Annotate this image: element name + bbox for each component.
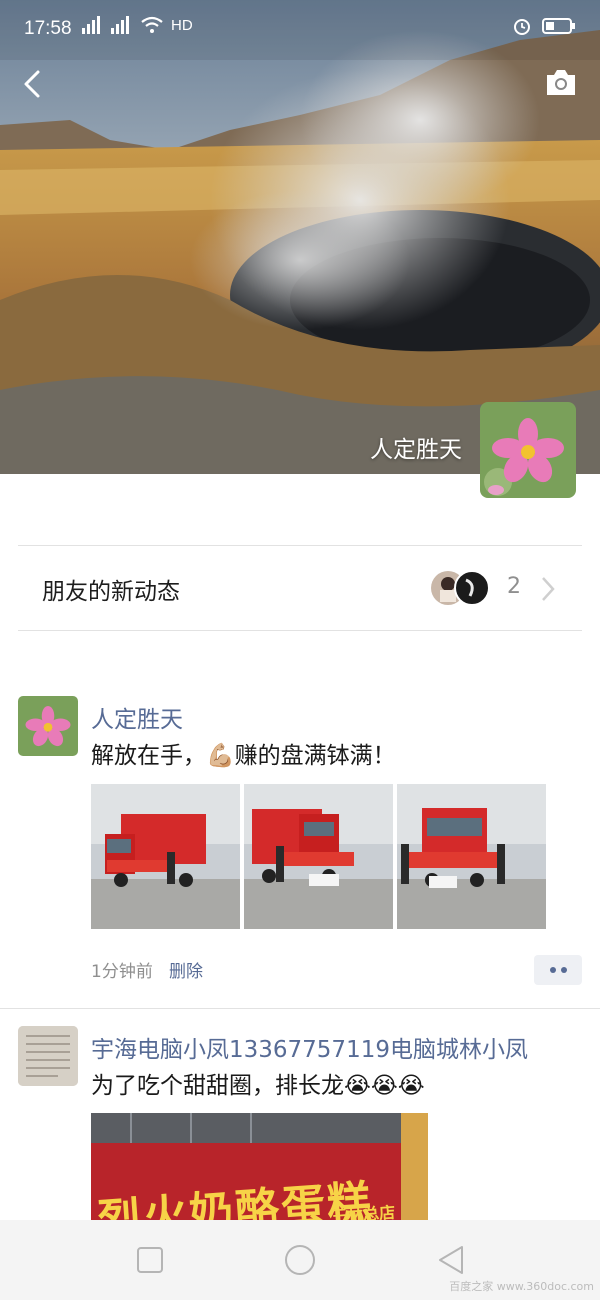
status-time: 17:58 [24,18,72,39]
divider [18,545,582,546]
wifi-icon [141,16,163,33]
dot-icon [560,967,567,973]
circle-home-icon[interactable] [284,1244,316,1276]
dot-icon [549,967,556,973]
post-author-avatar[interactable] [18,1026,78,1086]
divider [0,1008,600,1009]
status-bar: 17:58 HD [0,0,600,60]
post-text: 解放在手，💪🏼赚的盘满钵满！ [91,743,396,769]
moments-count: 2 [507,574,521,599]
triangle-back-icon[interactable] [436,1244,468,1276]
comment-like-menu-button[interactable] [534,955,582,985]
post-author-avatar[interactable] [18,696,78,756]
back-arrow-icon[interactable] [16,66,52,102]
post-timestamp: 1分钟前 [91,962,153,982]
post-photo[interactable] [91,784,240,929]
post-photo[interactable] [397,784,546,929]
friend-avatars [431,570,490,606]
post-photo[interactable] [244,784,393,929]
camera-icon[interactable] [544,68,578,98]
alarm-icon [514,19,530,35]
watermark-text: 百度之家 www.360doc.com [449,1280,594,1293]
post-photo-grid [91,784,546,929]
hd-label: HD [171,16,193,34]
post-author-name[interactable]: 人定胜天 [91,700,183,734]
post-author-name[interactable]: 宇海电脑小凤13367757119电脑城林小凤 [91,1030,528,1064]
profile-name[interactable]: 人定胜天 [370,430,462,464]
signal-4g-icon [111,16,129,34]
status-signal-group: HD [82,16,193,34]
battery-icon [542,18,575,34]
post-photo[interactable]: 烈火奶酪蛋糕 王林总店 [91,1113,428,1233]
profile-avatar[interactable] [480,402,576,498]
post-text: 为了吃个甜甜圈，排长龙😭😭😭 [91,1073,425,1099]
divider [18,630,582,631]
status-right-group [512,16,576,36]
delete-link[interactable]: 删除 [169,957,203,982]
square-recent-icon[interactable] [134,1244,166,1276]
moments-label: 朋友的新动态 [42,579,180,605]
signal-4g-icon [82,16,100,34]
chevron-right-icon [542,577,555,601]
